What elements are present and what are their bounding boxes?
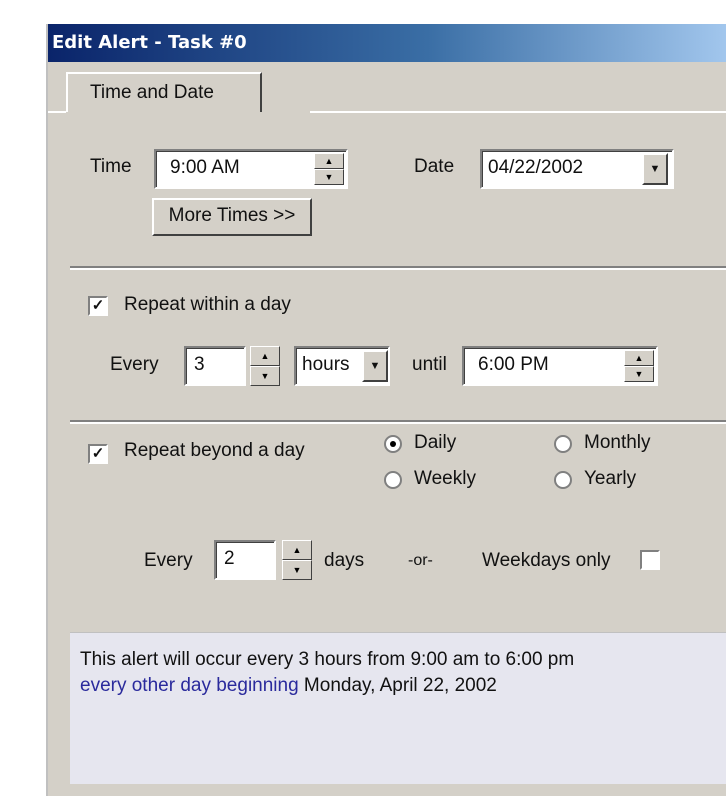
every-label: Every — [110, 354, 159, 375]
every-hours-input[interactable]: 3 — [184, 346, 246, 386]
alert-summary: This alert will occur every 3 hours from… — [70, 632, 726, 784]
spin-down-icon[interactable]: ▼ — [624, 366, 654, 382]
spin-up-icon[interactable]: ▲ — [314, 153, 344, 169]
every-hours-spinner[interactable]: ▲ ▼ — [250, 346, 280, 386]
divider — [70, 420, 726, 424]
days-label: days — [324, 550, 365, 571]
chevron-down-icon[interactable]: ▼ — [642, 153, 668, 185]
more-times-button[interactable]: More Times >> — [152, 198, 312, 236]
repeat-beyond-day-checkbox[interactable]: ✓ — [88, 444, 108, 464]
spin-down-icon[interactable]: ▼ — [250, 366, 280, 386]
divider — [70, 266, 726, 270]
tab-strip-border — [310, 111, 726, 113]
repeat-beyond-day-label: Repeat beyond a day — [124, 440, 305, 461]
weekly-radio[interactable] — [384, 471, 402, 489]
weekdays-only-checkbox[interactable] — [640, 550, 660, 570]
spin-up-icon[interactable]: ▲ — [282, 540, 312, 560]
spin-down-icon[interactable]: ▼ — [282, 560, 312, 580]
until-time-spinner[interactable]: ▲ ▼ — [624, 350, 654, 382]
weekdays-only-label: Weekdays only — [482, 550, 611, 571]
weekly-label: Weekly — [414, 468, 476, 489]
every-days-label: Every — [144, 550, 193, 571]
monthly-radio[interactable] — [554, 435, 572, 453]
summary-date: Monday, April 22, 2002 — [298, 675, 497, 696]
time-label: Time — [90, 156, 132, 177]
yearly-label: Yearly — [584, 468, 637, 489]
summary-line-2: every other day beginning Monday, April … — [80, 673, 726, 699]
tab-time-and-date[interactable]: Time and Date — [66, 72, 262, 112]
daily-radio[interactable] — [384, 435, 402, 453]
every-days-input[interactable]: 2 — [214, 540, 276, 580]
repeat-within-day-label: Repeat within a day — [124, 294, 291, 315]
repeat-within-day-checkbox[interactable]: ✓ — [88, 296, 108, 316]
date-label: Date — [414, 156, 455, 177]
window-title: Edit Alert - Task #0 — [48, 24, 726, 62]
spin-up-icon[interactable]: ▲ — [250, 346, 280, 366]
summary-highlight: every other day beginning — [80, 675, 299, 696]
chevron-down-icon[interactable]: ▼ — [362, 350, 388, 382]
summary-line-1: This alert will occur every 3 hours from… — [80, 649, 575, 670]
edit-alert-window: Edit Alert - Task #0 Time and Date Time … — [46, 24, 726, 796]
or-label: -or- — [408, 552, 433, 569]
daily-label: Daily — [414, 432, 457, 453]
spin-down-icon[interactable]: ▼ — [314, 169, 344, 185]
tab-strip-border — [48, 111, 66, 113]
time-spinner[interactable]: ▲ ▼ — [314, 153, 344, 185]
until-label: until — [412, 354, 447, 375]
every-days-spinner[interactable]: ▲ ▼ — [282, 540, 312, 580]
monthly-label: Monthly — [584, 432, 651, 453]
spin-up-icon[interactable]: ▲ — [624, 350, 654, 366]
yearly-radio[interactable] — [554, 471, 572, 489]
